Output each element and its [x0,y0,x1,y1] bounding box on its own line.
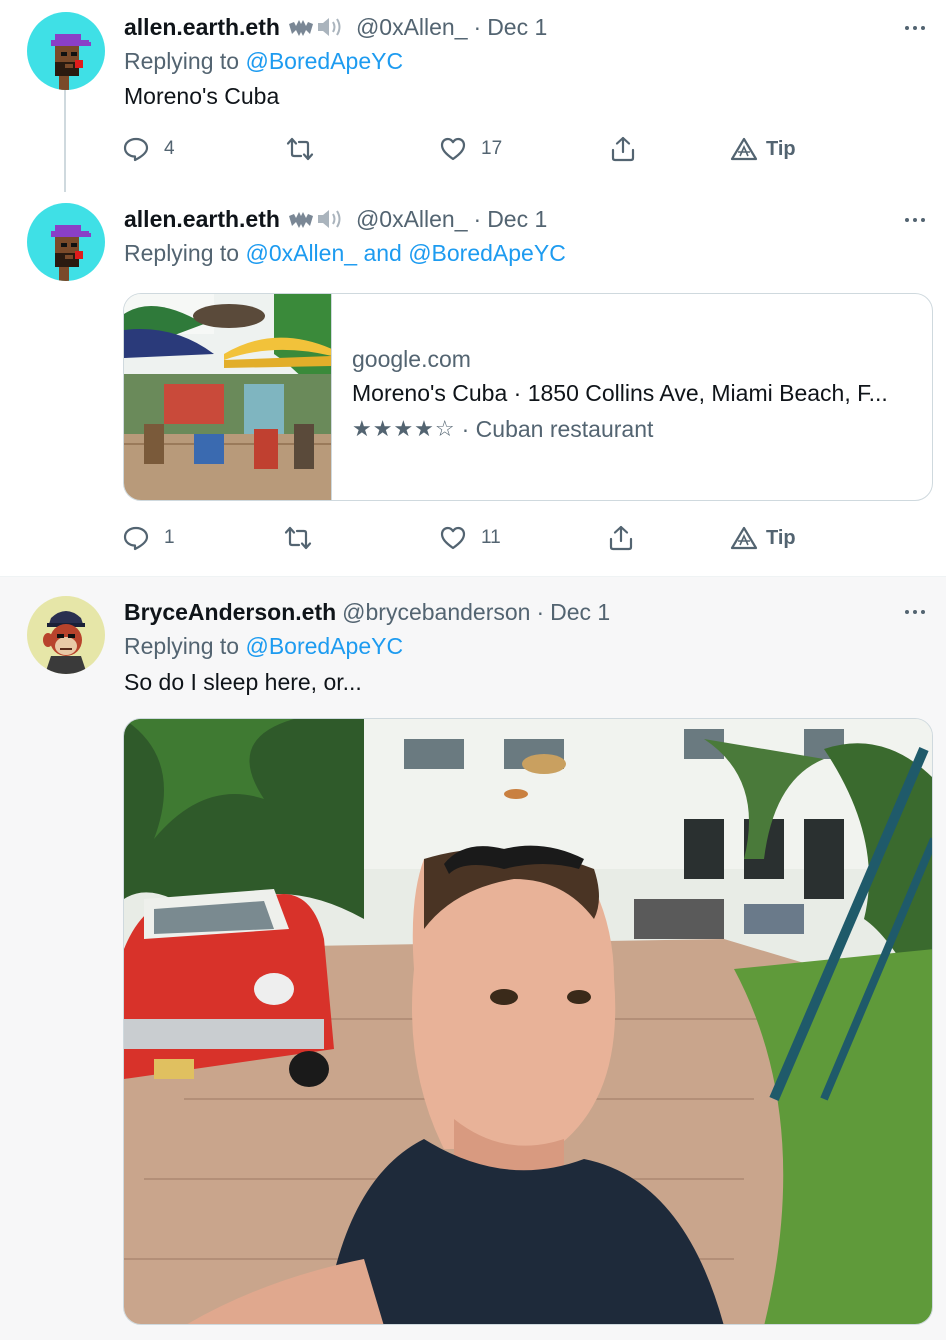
reply-count: 4 [164,138,175,159]
reply-icon [123,526,149,551]
separator-dot: · [473,13,482,40]
tweet-2[interactable]: allen.earth.eth @0xAllen_ · Dec 1 Replyi… [0,192,946,576]
patio-photo-icon [124,294,331,500]
tip-button[interactable]: Tip [730,521,796,555]
reply-button[interactable]: 1 [122,521,175,555]
like-count: 17 [481,138,503,159]
replying-prefix: Replying to [124,48,240,74]
card-text: google.com Moreno's Cuba · 1850 Collins … [352,346,912,443]
tweet-1[interactable]: allen.earth.eth @0xAllen_ · Dec 1 Replyi… [0,0,946,196]
bat-icon [288,20,313,36]
tweet-actions: 4 17 Tip [122,132,822,166]
courtyard-selfie-photo-icon [124,719,932,1324]
timestamp[interactable]: Dec 1 [487,206,547,233]
tweet-header: allen.earth.eth @0xAllen_ · Dec 1 [124,12,547,42]
more-options-icon[interactable] [900,597,930,627]
replying-to-link-2[interactable]: @BoredApeYC [408,240,566,266]
display-name[interactable]: BryceAnderson.eth [124,599,336,626]
avatar[interactable] [27,12,105,90]
reply-count: 1 [164,527,175,548]
tweet-header: BryceAnderson.eth @brycebanderson · Dec … [124,597,610,627]
timestamp[interactable]: Dec 1 [487,14,547,41]
tweet-text: Moreno's Cuba [124,83,280,109]
card-subtitle-row: ★★★★☆ · Cuban restaurant [352,416,912,443]
like-button[interactable]: 17 [439,132,502,166]
replying-to: Replying to @0xAllen_ and @BoredApeYC [124,240,566,267]
link-preview-card[interactable]: google.com Moreno's Cuba · 1850 Collins … [123,293,933,501]
retweet-icon [286,137,314,161]
tip-icon [730,137,758,161]
speaker-icon [317,210,341,228]
bat-icon [288,212,313,228]
like-button[interactable]: 11 [439,521,501,555]
retweet-icon [284,526,312,550]
replying-prefix: Replying to [124,633,240,659]
share-button[interactable] [609,132,637,166]
tweet-text: So do I sleep here, or... [124,669,362,695]
replying-and: and [363,240,402,266]
retweet-button[interactable] [284,521,326,555]
pixel-punk-avatar-icon [27,203,105,281]
reply-button[interactable]: 4 [122,132,175,166]
separator-dot: · [473,205,482,232]
like-count: 11 [481,527,501,548]
display-name[interactable]: allen.earth.eth [124,206,280,233]
rating-stars: ★★★★☆ [352,417,456,442]
tweet-photo[interactable] [123,718,933,1325]
avatar[interactable] [27,203,105,281]
tip-button[interactable]: Tip [730,132,796,166]
badges [288,14,344,40]
replying-to: Replying to @BoredApeYC [124,48,403,75]
avatar[interactable] [27,596,105,674]
replying-to-link-1[interactable]: @0xAllen_ [245,240,357,266]
replying-to: Replying to @BoredApeYC [124,633,403,660]
card-domain: google.com [352,346,471,372]
reply-icon [123,137,149,162]
separator-dot: · [536,598,545,625]
thread-connector-line [64,90,66,196]
heart-icon [440,526,466,550]
card-title: Moreno's Cuba · 1850 Collins Ave, Miami … [352,380,888,406]
tweet-header: allen.earth.eth @0xAllen_ · Dec 1 [124,204,547,234]
tweet-3[interactable]: BryceAnderson.eth @brycebanderson · Dec … [0,576,946,1340]
more-options-icon[interactable] [900,13,930,43]
replying-to-link[interactable]: @BoredApeYC [245,633,403,659]
share-icon [609,525,633,551]
tip-label: Tip [766,137,796,160]
bored-ape-avatar-icon [27,596,105,674]
badges [288,206,344,232]
share-button[interactable] [607,521,635,555]
handle[interactable]: @brycebanderson [342,599,530,626]
retweet-button[interactable] [286,132,328,166]
timestamp[interactable]: Dec 1 [550,599,610,626]
share-icon [611,136,635,162]
card-category: · Cuban restaurant [461,416,654,442]
display-name[interactable]: allen.earth.eth [124,14,280,41]
tip-label: Tip [766,526,796,549]
tip-icon [730,526,758,550]
handle[interactable]: @0xAllen_ [356,206,468,233]
speaker-icon [317,18,341,36]
replying-to-link[interactable]: @BoredApeYC [245,48,403,74]
handle[interactable]: @0xAllen_ [356,14,468,41]
replying-prefix: Replying to [124,240,240,266]
tweet-actions: 1 11 Tip [122,521,822,555]
heart-icon [440,137,466,161]
pixel-punk-avatar-icon [27,12,105,90]
card-thumbnail [124,294,332,500]
more-options-icon[interactable] [900,205,930,235]
